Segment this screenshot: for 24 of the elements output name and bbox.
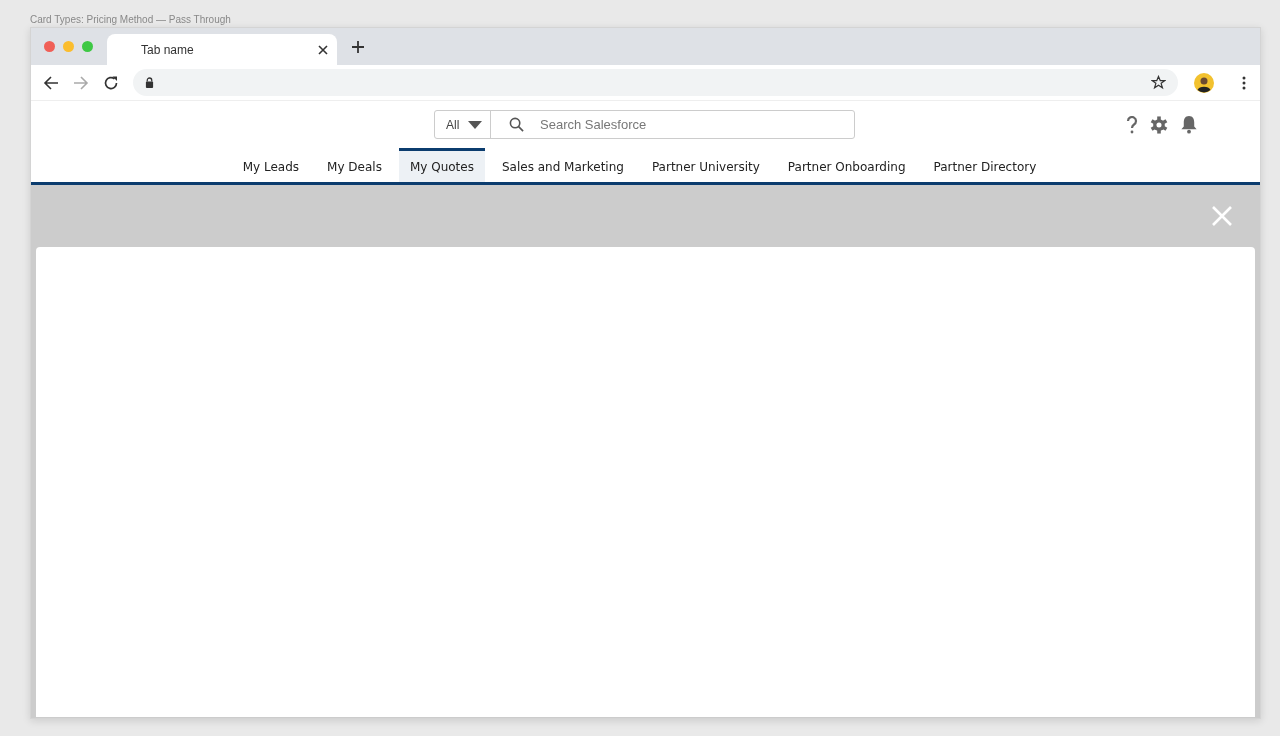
nav-tab[interactable]: My Deals: [316, 148, 393, 182]
back-arrow-icon[interactable]: [43, 74, 59, 91]
nav-tab[interactable]: Sales and Marketing: [490, 148, 635, 182]
page-caption: Card Types: Pricing Method — Pass Through: [30, 13, 232, 27]
nav-tab[interactable]: Partner Directory: [922, 148, 1048, 182]
nav-tab[interactable]: My Quotes: [398, 148, 485, 182]
more-icon[interactable]: [1242, 75, 1246, 90]
lock-icon: [145, 77, 154, 88]
nav-tab[interactable]: Partner University: [640, 148, 771, 182]
browser-tab[interactable]: Tab name: [107, 34, 337, 65]
nav-tab[interactable]: My Leads: [231, 148, 311, 182]
avatar-icon[interactable]: [1194, 72, 1214, 93]
bell-icon[interactable]: [1180, 115, 1198, 134]
new-tab-icon[interactable]: [351, 39, 365, 54]
scope-dropdown[interactable]: All: [435, 111, 491, 138]
caret-icon: [468, 120, 482, 129]
nav-tab[interactable]: Partner Onboarding: [776, 148, 917, 182]
reload-icon[interactable]: [103, 74, 119, 91]
settings-icon[interactable]: [1150, 115, 1168, 134]
close-icon[interactable]: [318, 44, 328, 55]
help-icon[interactable]: [1126, 115, 1138, 134]
search-icon: [509, 117, 524, 132]
search-field[interactable]: All Search Salesforce: [434, 110, 855, 139]
star-icon[interactable]: [1151, 75, 1166, 90]
